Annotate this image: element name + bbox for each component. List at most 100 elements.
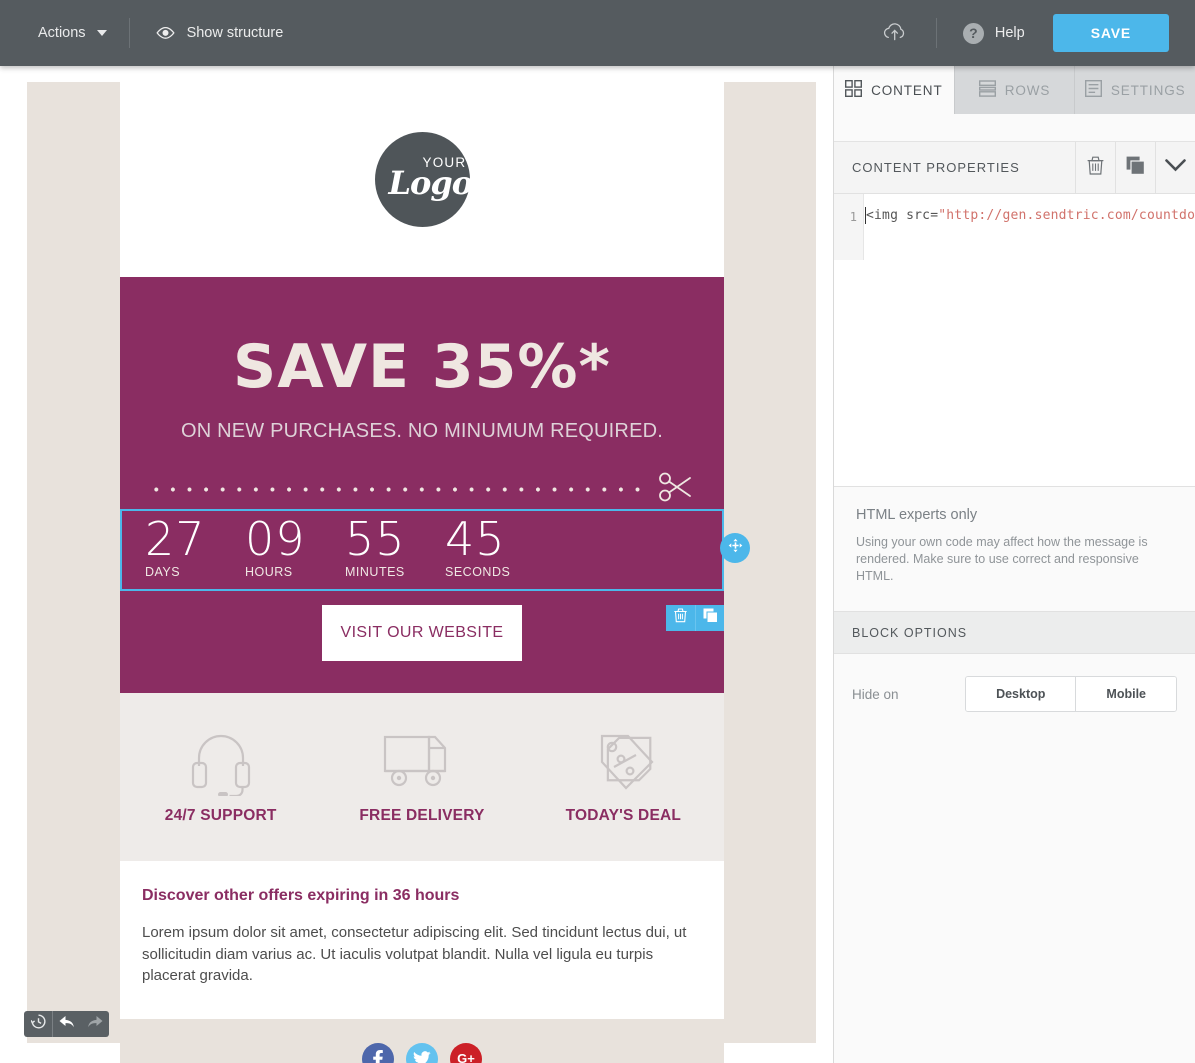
twitter-icon[interactable] [406, 1042, 438, 1063]
panel-tabs: CONTENT ROWS SETTINGS [834, 66, 1195, 114]
delete-block-button[interactable] [666, 605, 695, 631]
countdown-block[interactable]: 27 DAYS 09 HOURS 55 MINUTES 45 SECONDS [120, 509, 724, 591]
delete-content-button[interactable] [1075, 141, 1115, 194]
email-preview: YOUR Logo SAVE 35%* ON NEW PURCHASES. NO… [120, 82, 750, 1063]
countdown-row: 27 DAYS 09 HOURS 55 MINUTES 45 SECONDS [122, 511, 722, 579]
actions-menu-button[interactable]: Actions [0, 0, 129, 66]
collapse-panel-button[interactable] [1155, 141, 1195, 194]
show-structure-label: Show structure [186, 25, 284, 41]
chevron-down-icon [96, 30, 107, 36]
code-string: "http://gen.sendtric.com/countdown/ [938, 208, 1195, 223]
actions-label: Actions [38, 25, 86, 41]
help-button[interactable]: ? Help [941, 22, 1047, 44]
feature-item: TODAY'S DEAL [523, 723, 724, 825]
editor-code-line: <img src="http://gen.sendtric.com/countd… [866, 208, 1195, 223]
countdown-unit: 27 DAYS [145, 515, 245, 579]
hide-on-desktop-button[interactable]: Desktop [966, 677, 1076, 711]
duplicate-icon [1126, 156, 1145, 180]
promo-banner-block[interactable]: SAVE 35%* ON NEW PURCHASES. NO MINUMUM R… [120, 277, 724, 509]
toolbar-left-group: Actions Show structure [0, 0, 303, 66]
history-restore-icon [29, 1014, 46, 1034]
html-experts-body: Using your own code may affect how the m… [856, 535, 1148, 583]
editor-line-number: 1 [849, 210, 857, 224]
html-experts-note: HTML experts only Using your own code ma… [834, 487, 1195, 612]
properties-panel: CONTENT ROWS SETTINGS CONTENT PROPERTIES… [833, 66, 1195, 1063]
trash-icon [674, 608, 687, 628]
countdown-unit: 45 SECONDS [445, 515, 545, 579]
feature-label: FREE DELIVERY [359, 807, 485, 824]
social-block[interactable]: G+ [120, 1018, 724, 1063]
duplicate-block-button[interactable] [695, 605, 724, 631]
coupon-divider [120, 443, 724, 509]
scissors-icon [656, 469, 696, 510]
countdown-unit: 55 MINUTES [345, 515, 445, 579]
feature-item: FREE DELIVERY [321, 723, 522, 825]
content-properties-header: CONTENT PROPERTIES [834, 141, 1195, 194]
email-builder-app: Actions Show structure ? Help SAVE YOUR … [0, 0, 1195, 1063]
settings-list-icon [1084, 79, 1102, 100]
tab-rows[interactable]: ROWS [955, 66, 1076, 114]
grid-icon [845, 79, 863, 100]
tab-content-label: CONTENT [871, 82, 943, 98]
text-heading: Discover other offers expiring in 36 hou… [142, 887, 460, 904]
move-block-handle[interactable] [720, 533, 750, 563]
tab-content[interactable]: CONTENT [834, 66, 955, 114]
html-experts-heading: HTML experts only [856, 507, 978, 523]
show-structure-toggle[interactable]: Show structure [130, 0, 304, 66]
cloud-upload-icon [882, 21, 908, 46]
editor-stage: YOUR Logo SAVE 35%* ON NEW PURCHASES. NO… [0, 66, 833, 1063]
chevron-down-icon [1165, 158, 1186, 177]
price-tag-icon [523, 723, 724, 801]
block-options-header: BLOCK OPTIONS [834, 612, 1195, 654]
move-arrows-icon [728, 538, 743, 558]
duplicate-icon [703, 608, 718, 628]
eye-icon [155, 27, 175, 39]
visit-website-button[interactable]: VISIT OUR WEBSITE [322, 605, 522, 661]
headset-icon [120, 723, 321, 801]
text-block[interactable]: Discover other offers expiring in 36 hou… [120, 861, 724, 1019]
banner-subheadline: ON NEW PURCHASES. NO MINUMUM REQUIRED. [180, 420, 664, 442]
restore-history-button[interactable] [24, 1011, 52, 1037]
logo-block[interactable]: YOUR Logo [120, 82, 724, 277]
truck-icon [321, 723, 522, 801]
html-code-editor[interactable]: 1 <img src="http://gen.sendtric.com/coun… [834, 194, 1195, 487]
googleplus-icon[interactable]: G+ [450, 1042, 482, 1063]
countdown-label: DAYS [145, 565, 181, 579]
banner-headline: SAVE 35%* [233, 332, 611, 402]
countdown-label: SECONDS [445, 565, 511, 579]
tab-settings[interactable]: SETTINGS [1075, 66, 1195, 114]
feature-label: TODAY'S DEAL [565, 807, 682, 824]
countdown-unit: 09 HOURS [245, 515, 345, 579]
tab-settings-label: SETTINGS [1110, 82, 1186, 98]
help-label: Help [994, 25, 1025, 41]
rows-icon [978, 80, 996, 100]
block-hover-toolbar [666, 605, 724, 631]
duplicate-content-button[interactable] [1115, 141, 1155, 194]
facebook-icon[interactable] [362, 1042, 394, 1063]
countdown-value: 55 [345, 512, 406, 566]
hide-on-mobile-button[interactable]: Mobile [1075, 677, 1176, 711]
trash-icon [1087, 156, 1104, 180]
countdown-value: 09 [245, 512, 306, 566]
hide-on-row: Hide on Desktop Mobile [834, 654, 1195, 712]
countdown-label: MINUTES [345, 565, 405, 579]
hide-on-segmented-control: Desktop Mobile [965, 676, 1177, 712]
feature-label: 24/7 SUPPORT [164, 807, 277, 824]
redo-button[interactable] [81, 1011, 109, 1037]
hide-on-label: Hide on [852, 686, 899, 702]
dotted-line [148, 486, 648, 492]
top-toolbar: Actions Show structure ? Help SAVE [0, 0, 1195, 66]
cta-block[interactable]: VISIT OUR WEBSITE [120, 591, 724, 693]
cloud-upload-button[interactable] [858, 21, 932, 46]
undo-arrow-icon [59, 1015, 75, 1034]
undo-button[interactable] [53, 1011, 81, 1037]
panel-tab-spacer [834, 114, 1195, 142]
logo-word-text: Logo [388, 164, 474, 202]
toolbar-right-group: ? Help SAVE [858, 0, 1195, 66]
content-properties-title: CONTENT PROPERTIES [852, 160, 1020, 175]
save-button[interactable]: SAVE [1052, 14, 1169, 52]
editor-gutter: 1 [834, 194, 864, 260]
feature-item: 24/7 SUPPORT [120, 723, 321, 825]
features-block[interactable]: 24/7 SUPPORT FREE DELIVERY TODAY'S DEAL [120, 693, 724, 861]
history-toolbar [24, 1011, 109, 1037]
